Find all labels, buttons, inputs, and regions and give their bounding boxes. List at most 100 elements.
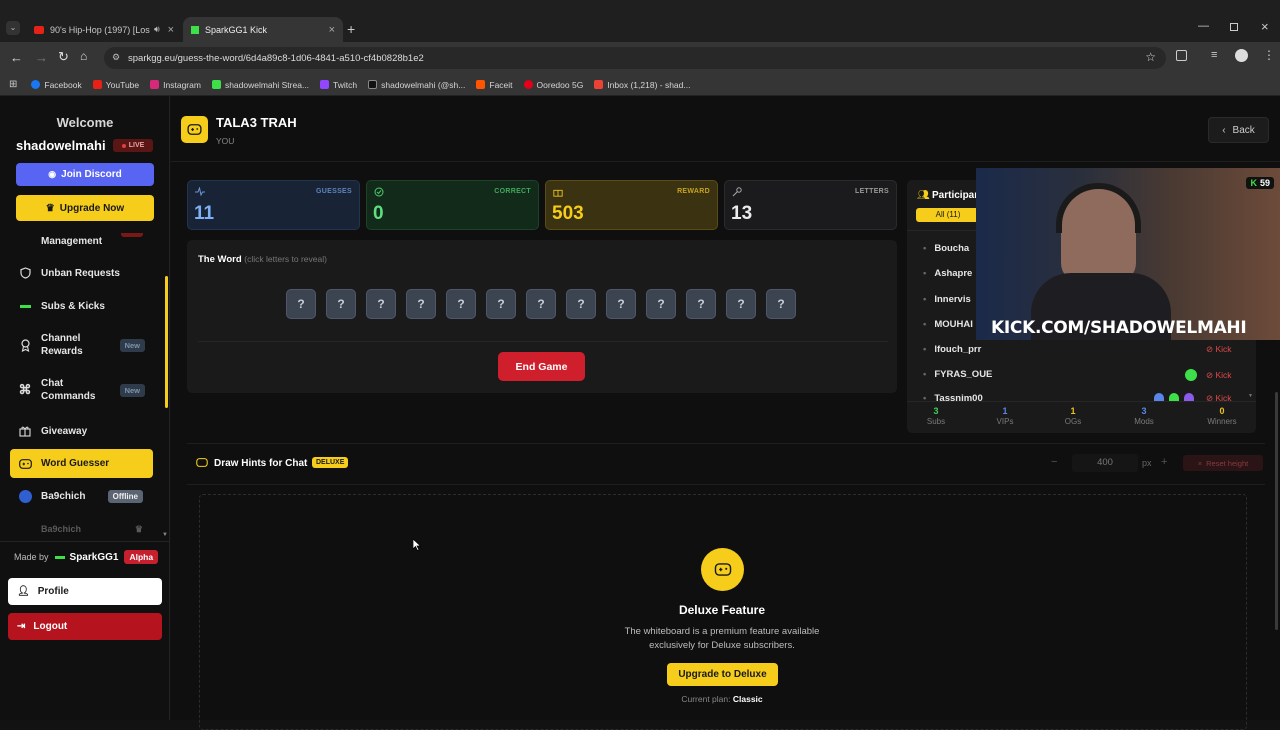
bookmark-instagram[interactable]: Instagram — [150, 80, 201, 90]
bookmark-tiktok[interactable]: shadowelmahi (@sh... — [368, 80, 465, 90]
hidden-letter-tile[interactable]: ? — [406, 289, 436, 319]
join-discord-button[interactable]: ◉ Join Discord — [16, 163, 154, 186]
participant-row[interactable]: • FYRAS_OUE — [923, 369, 992, 380]
bookmark-star-icon[interactable]: ☆ — [1145, 50, 1156, 64]
maximize-button[interactable] — [1230, 23, 1238, 31]
stat-value: 13 — [731, 203, 753, 224]
bookmark-kick[interactable]: shadowelmahi Strea... — [211, 80, 309, 90]
sidebar-scroll-area[interactable]: Management Unban Requests Subs & Kicks C… — [0, 227, 168, 540]
close-tab-icon[interactable]: × — [168, 24, 174, 36]
sidebar-item-giveaway[interactable]: Giveaway — [10, 423, 153, 439]
home-icon[interactable]: ⌂ — [80, 49, 87, 63]
participant-row[interactable]: • MOUHAI — [923, 319, 973, 330]
media-icon[interactable]: ≡ — [1211, 49, 1217, 61]
close-tab-icon[interactable]: × — [329, 24, 335, 36]
forward-nav-icon[interactable]: → — [35, 50, 48, 65]
main-content: TALA3 TRAH YOU ‹ Back GUESSES 11 CORRECT … — [171, 96, 1280, 730]
crown-icon: ♛ — [45, 202, 55, 214]
hidden-letter-tile[interactable]: ? — [606, 289, 636, 319]
tab-search-button[interactable]: ⌄ — [6, 21, 20, 35]
upgrade-to-deluxe-button[interactable]: Upgrade to Deluxe — [667, 663, 778, 686]
bookmarks-bar: ⊞ Facebook YouTube Instagram shadowelmah… — [0, 74, 1280, 96]
hidden-letter-tile[interactable]: ? — [526, 289, 556, 319]
draw-panel-divider — [187, 443, 1265, 444]
site-info-icon[interactable]: ⚙ — [112, 52, 120, 63]
end-game-button[interactable]: End Game — [498, 352, 585, 381]
browser-menu-icon[interactable]: ⋮ — [1263, 48, 1275, 62]
filter-all-tab[interactable]: All (11) — [916, 208, 980, 222]
scroll-down-icon[interactable]: ▼ — [1248, 393, 1253, 399]
kick-participant-button[interactable]: ⊘ Kick — [1206, 370, 1232, 381]
hidden-letter-tile[interactable]: ? — [566, 289, 596, 319]
participant-row[interactable]: • Tassnim00 — [923, 393, 983, 401]
sidebar-item-channel-rewards[interactable]: Channel Rewards New — [10, 330, 153, 360]
upgrade-now-button[interactable]: ♛ Upgrade Now — [16, 195, 154, 221]
kick-participant-button[interactable]: ⊘ Kick — [1206, 344, 1232, 355]
bookmark-ooredoo[interactable]: Ooredoo 5G — [523, 80, 583, 90]
hidden-letter-tile[interactable]: ? — [766, 289, 796, 319]
sidebar-item-unban-requests[interactable]: Unban Requests — [10, 265, 153, 281]
profile-avatar-icon[interactable] — [1235, 49, 1248, 62]
height-input[interactable]: 400 — [1072, 454, 1138, 472]
apps-grid-icon[interactable]: ⊞ — [9, 79, 17, 90]
height-increase-button[interactable]: + — [1161, 456, 1167, 468]
summary-winners: 0 Winners — [1207, 406, 1237, 426]
profile-button[interactable]: 👤︎ Profile — [8, 578, 162, 605]
hidden-letter-tile[interactable]: ? — [686, 289, 716, 319]
reset-height-button[interactable]: × Reset height — [1183, 455, 1263, 471]
discord-icon: ◉ — [48, 169, 57, 179]
offline-badge: Offline — [107, 489, 143, 503]
gift-icon — [553, 187, 563, 197]
hidden-letter-tile[interactable]: ? — [726, 289, 756, 319]
hidden-letter-tile[interactable]: ? — [646, 289, 676, 319]
close-window-button[interactable]: × — [1261, 19, 1269, 34]
sidebar-item-subs-kicks[interactable]: Subs & Kicks — [10, 298, 153, 314]
participant-row[interactable]: • Innervis — [923, 294, 971, 305]
bookmark-youtube[interactable]: YouTube — [92, 80, 139, 90]
summary-mods: 3 Mods — [1134, 406, 1154, 426]
bookmark-twitch[interactable]: Twitch — [320, 80, 357, 90]
stream-url-text: KICK.COM/SHADOWELMAHI — [991, 318, 1247, 338]
hidden-letter-tile[interactable]: ? — [286, 289, 316, 319]
bookmark-gmail[interactable]: Inbox (1,218) - shad... — [594, 80, 690, 90]
activity-icon — [195, 187, 205, 196]
gmail-icon — [594, 80, 604, 89]
sidebar-item-ba9chich[interactable]: Ba9chich Offline — [10, 488, 153, 504]
current-plan-row: Current plan: Classic — [681, 694, 763, 704]
stat-value: 0 — [373, 203, 384, 224]
hidden-letter-tile[interactable]: ? — [326, 289, 356, 319]
bookmark-facebook[interactable]: Facebook — [31, 80, 82, 90]
command-icon: ⌘ — [18, 382, 32, 397]
back-nav-icon[interactable]: ← — [10, 50, 23, 65]
scroll-down-icon[interactable]: ▼ — [162, 532, 168, 538]
logout-button[interactable]: ⇥ Logout — [8, 613, 162, 640]
reload-icon[interactable]: ↻ — [58, 49, 69, 65]
minimize-button[interactable]: — — [1198, 20, 1209, 32]
url-field[interactable]: ⚙ sparkgg.eu/guess-the-word/6d4a89c8-1d0… — [104, 47, 1166, 69]
tab-title: SparkGG1 Kick — [205, 24, 268, 35]
new-tab-button[interactable]: + — [347, 21, 355, 37]
participant-row[interactable]: • lfouch_prr — [923, 344, 981, 355]
user-icon: 👤︎ — [17, 586, 30, 597]
height-decrease-button[interactable]: − — [1051, 456, 1057, 468]
hidden-letter-tile[interactable]: ? — [446, 289, 476, 319]
deluxe-feature-desc-line2: exclusively for Deluxe subscribers. — [649, 640, 795, 651]
sidebar-item-management[interactable]: Management — [10, 233, 153, 249]
main-scrollbar[interactable] — [1275, 392, 1278, 630]
sidebar-item-ba9chich-secondary[interactable]: Ba9chich ♛ — [10, 521, 153, 537]
draw-panel-title: Draw Hints for Chat — [214, 458, 308, 469]
tab-music[interactable]: 90's Hip-Hop (1997) [Lost D 🔊︎ × — [26, 17, 182, 42]
participant-row[interactable]: • Boucha — [923, 243, 969, 254]
sidebar-scrollbar[interactable] — [165, 276, 168, 408]
extensions-icon[interactable] — [1176, 50, 1187, 61]
speaker-icon: 🔊︎ — [154, 24, 160, 34]
sidebar-item-word-guesser[interactable]: Word Guesser — [10, 449, 153, 478]
tab-sparkgg[interactable]: SparkGG1 Kick × — [183, 17, 343, 42]
sidebar-item-chat-commands[interactable]: ⌘ Chat Commands New — [10, 375, 153, 405]
bookmark-faceit[interactable]: Faceit — [476, 80, 513, 90]
hidden-letter-tile[interactable]: ? — [366, 289, 396, 319]
kick-participant-button[interactable]: ⊘ Kick — [1206, 393, 1232, 401]
back-button[interactable]: ‹ Back — [1208, 117, 1269, 143]
participant-row[interactable]: • Ashapre — [923, 268, 972, 279]
hidden-letter-tile[interactable]: ? — [486, 289, 516, 319]
